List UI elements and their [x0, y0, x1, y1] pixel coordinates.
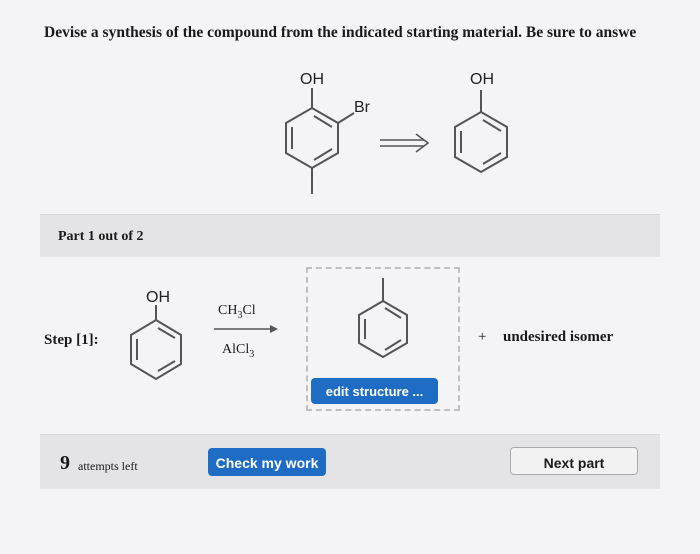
plus-sign: +	[478, 329, 487, 345]
start-oh-label: OH	[300, 71, 324, 88]
reaction-arrow	[214, 325, 278, 333]
reagent-cl: Cl	[242, 303, 256, 318]
part-label: Part 1 out of 2	[58, 229, 144, 244]
edit-structure-button[interactable]: edit structure ...	[311, 378, 438, 404]
reagent-ch: CH	[218, 303, 238, 318]
part-header: Part 1 out of 2	[40, 214, 660, 257]
attempts-text: attempts left	[78, 459, 138, 473]
step-reactant-structure: OH	[130, 289, 182, 381]
reagent-top: CH3Cl	[218, 303, 256, 321]
step-label: Step [1]:	[44, 332, 99, 348]
reagent-alcl-sub: 3	[249, 348, 255, 360]
reagent-bottom: AlCl3	[222, 342, 254, 360]
undesired-isomer-text: undesired isomer	[503, 329, 614, 345]
target-reaction-scheme: OH Br OH	[285, 71, 508, 194]
product-oh-label: OH	[470, 71, 494, 88]
synthesis-arrow	[380, 133, 430, 153]
check-my-work-button[interactable]: Check my work	[208, 448, 326, 476]
step-oh-label: OH	[146, 289, 170, 306]
start-br-label: Br	[354, 99, 371, 116]
reagent-alcl: AlCl	[222, 342, 250, 357]
starting-material-structure	[285, 88, 355, 194]
next-part-button[interactable]: Next part	[510, 447, 638, 475]
answer-structure	[358, 278, 408, 359]
target-product-structure	[454, 90, 508, 174]
footer-bar: 9 attempts left Check my work Next part	[40, 434, 660, 489]
attempts-count: 9	[60, 452, 70, 474]
